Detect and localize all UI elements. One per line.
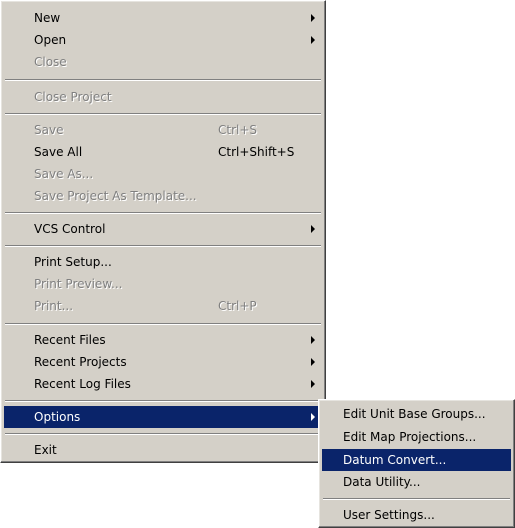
- submenu-arrow-icon: [311, 358, 315, 366]
- menu-item-label: Recent Projects: [34, 355, 127, 369]
- menu-item-label: Exit: [34, 443, 57, 457]
- menu-item-close-project[interactable]: Close Project: [4, 86, 322, 108]
- submenu-arrow-icon: [311, 14, 315, 22]
- menu-item-exit[interactable]: Exit: [4, 439, 322, 461]
- menu-separator: [5, 113, 321, 115]
- menu-separator: [5, 323, 321, 325]
- menu-item-edit-map-projections[interactable]: Edit Map Projections...: [322, 426, 511, 448]
- submenu-arrow-icon: [311, 380, 315, 388]
- submenu-arrow-icon: [311, 336, 315, 344]
- menu-item-label: Print...: [34, 299, 74, 313]
- menu-item-label: Edit Map Projections...: [343, 430, 477, 444]
- menu-item-vcs-control[interactable]: VCS Control: [4, 218, 322, 240]
- menu-item-save-all[interactable]: Save All Ctrl+Shift+S: [4, 141, 322, 163]
- options-submenu: Edit Unit Base Groups... Edit Map Projec…: [318, 399, 515, 528]
- menu-item-label: Print Preview...: [34, 277, 123, 291]
- menu-item-new[interactable]: New: [4, 7, 322, 29]
- menu-item-save[interactable]: Save Ctrl+S: [4, 119, 322, 141]
- menu-item-label: Data Utility...: [343, 475, 421, 489]
- menu-item-print-setup[interactable]: Print Setup...: [4, 251, 322, 273]
- menu-item-open[interactable]: Open: [4, 29, 322, 51]
- menu-item-label: Recent Files: [34, 333, 106, 347]
- menu-item-recent-log-files[interactable]: Recent Log Files: [4, 373, 322, 395]
- menu-item-options[interactable]: Options: [4, 406, 322, 428]
- menu-item-data-utility[interactable]: Data Utility...: [322, 471, 511, 493]
- menu-item-datum-convert[interactable]: Datum Convert...: [322, 449, 511, 471]
- menu-item-label: Save: [34, 123, 64, 137]
- menu-item-save-as[interactable]: Save As...: [4, 163, 322, 185]
- submenu-arrow-icon: [311, 413, 315, 421]
- menu-item-label: Close Project: [34, 90, 112, 104]
- menu-separator: [323, 498, 510, 500]
- menu-item-label: Save Project As Template...: [34, 189, 197, 203]
- menu-item-label: Close: [34, 55, 67, 69]
- menu-item-print-preview[interactable]: Print Preview...: [4, 273, 322, 295]
- menu-item-close[interactable]: Close: [4, 51, 322, 73]
- menu-item-edit-unit-base-groups[interactable]: Edit Unit Base Groups...: [322, 403, 511, 425]
- menu-item-label: New: [34, 11, 61, 25]
- submenu-arrow-icon: [311, 225, 315, 233]
- menu-item-shortcut: Ctrl+Shift+S: [218, 145, 295, 159]
- menu-separator: [5, 400, 321, 402]
- menu-item-label: Print Setup...: [34, 255, 112, 269]
- menu-item-recent-files[interactable]: Recent Files: [4, 329, 322, 351]
- menu-item-print[interactable]: Print... Ctrl+P: [4, 295, 322, 317]
- menu-item-save-project-as-template[interactable]: Save Project As Template...: [4, 185, 322, 207]
- file-menu: New Open Close Close Project Save Ctrl+S…: [0, 0, 326, 463]
- menu-item-label: Recent Log Files: [34, 377, 131, 391]
- menu-item-label: Open: [34, 33, 67, 47]
- menu-item-user-settings[interactable]: User Settings...: [322, 504, 511, 526]
- menu-item-label: Save All: [34, 145, 83, 159]
- menu-item-shortcut: Ctrl+S: [218, 123, 258, 137]
- menu-item-recent-projects[interactable]: Recent Projects: [4, 351, 322, 373]
- menu-item-label: Edit Unit Base Groups...: [343, 407, 486, 421]
- menu-item-label: Save As...: [34, 167, 94, 181]
- menu-item-label: User Settings...: [343, 508, 435, 522]
- menu-item-label: VCS Control: [34, 222, 106, 236]
- menu-separator: [5, 245, 321, 247]
- menu-separator: [5, 433, 321, 435]
- menu-separator: [5, 79, 321, 81]
- menu-item-label: Options: [34, 410, 81, 424]
- submenu-arrow-icon: [311, 36, 315, 44]
- menu-item-shortcut: Ctrl+P: [218, 299, 257, 313]
- menu-item-label: Datum Convert...: [343, 453, 447, 467]
- menu-separator: [5, 212, 321, 214]
